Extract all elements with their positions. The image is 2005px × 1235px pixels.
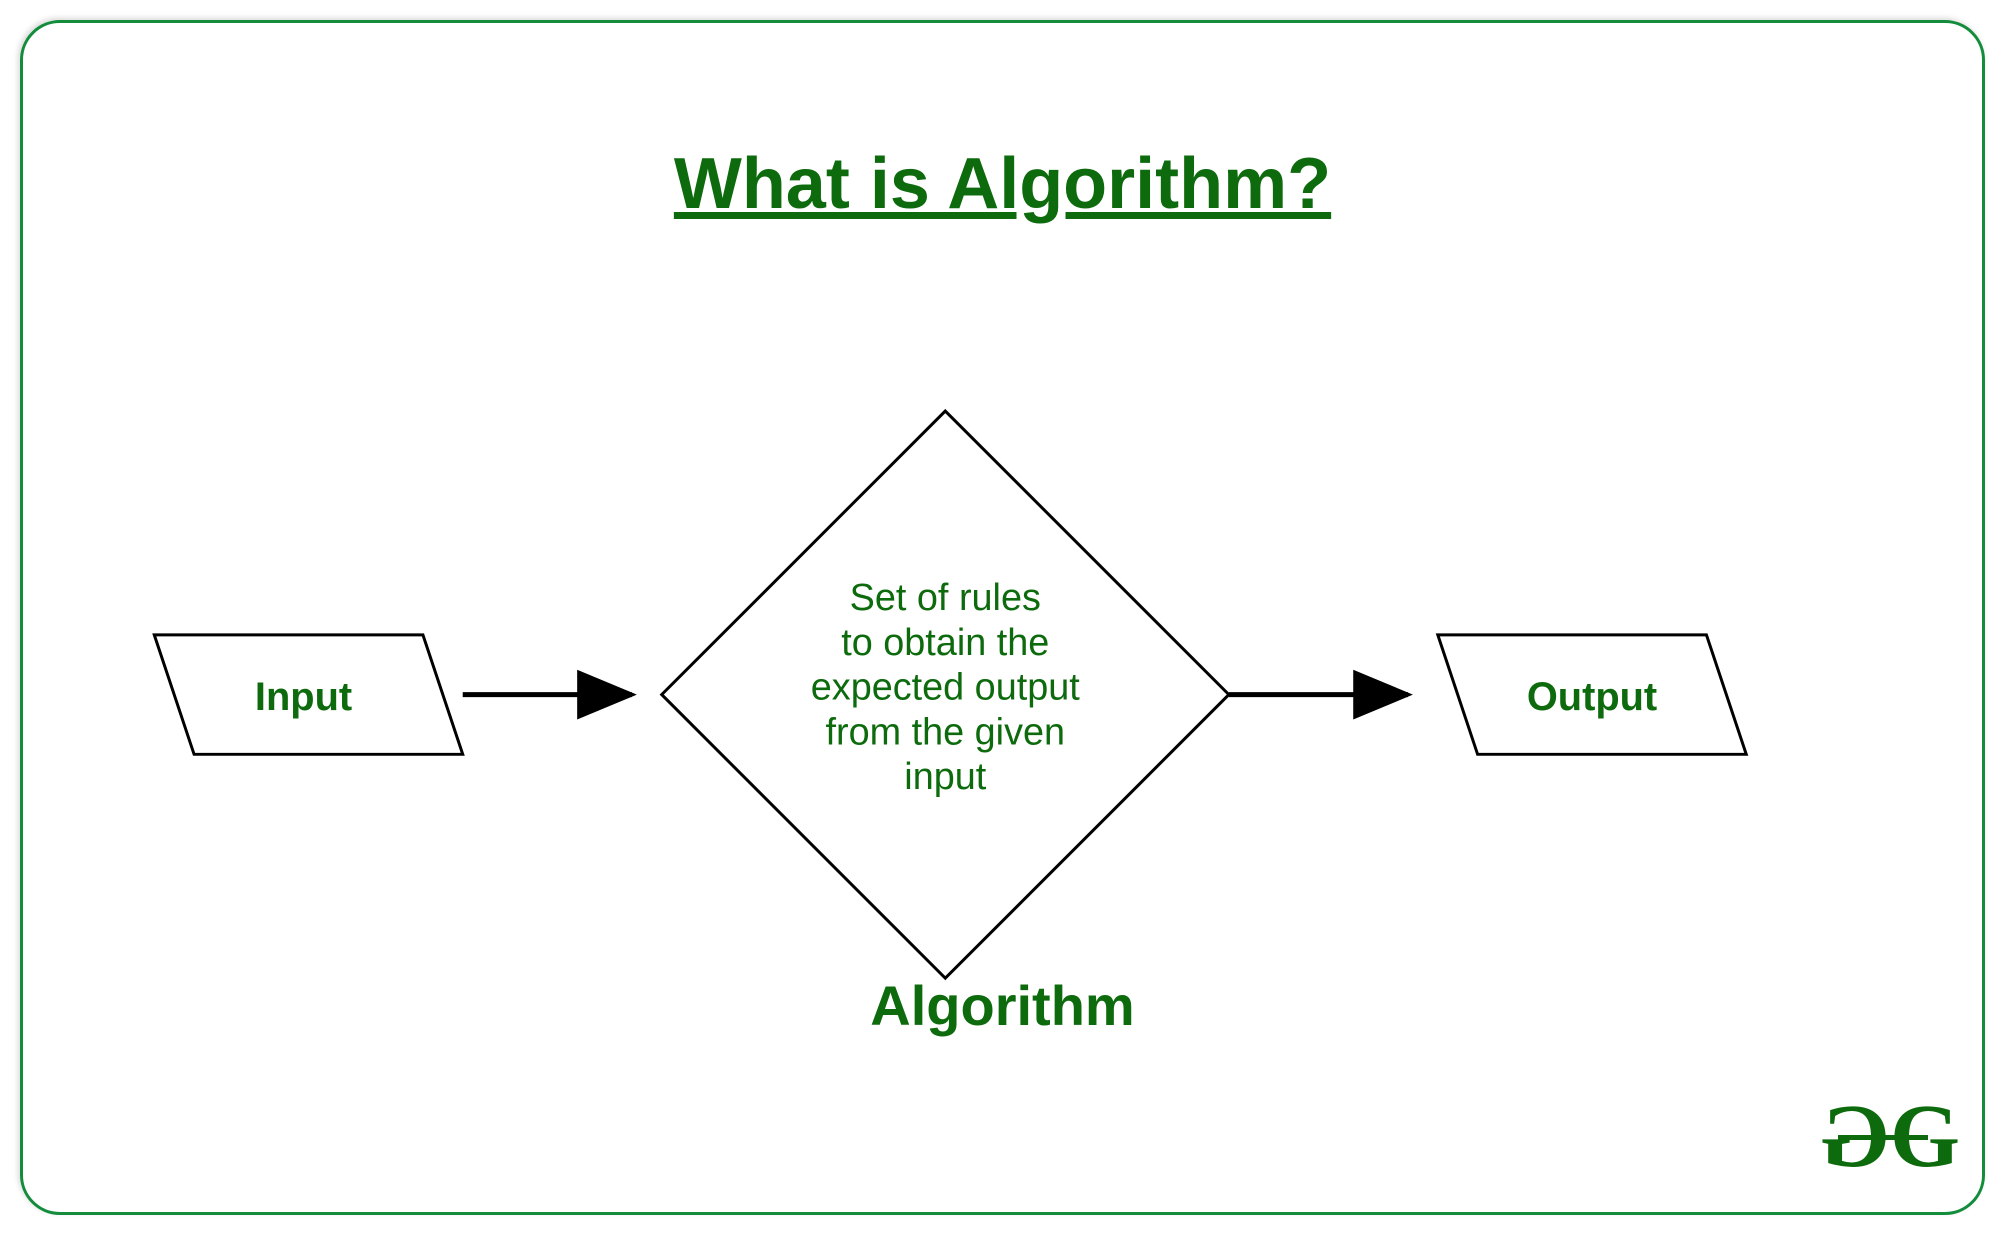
algorithm-rules-line-4: from the given: [826, 711, 1066, 753]
input-node: Input: [154, 635, 462, 754]
algorithm-rules-line-1: Set of rules: [850, 577, 1041, 619]
gfg-logo: GG: [1838, 1092, 1942, 1182]
output-node: Output: [1438, 635, 1746, 754]
algorithm-rules-line-2: to obtain the: [841, 622, 1049, 664]
algorithm-rules-line-5: input: [904, 756, 986, 798]
algorithm-rules-line-3: expected output: [811, 667, 1080, 709]
output-node-label: Output: [1527, 675, 1657, 719]
input-node-label: Input: [255, 675, 352, 719]
algorithm-node: Set of rules to obtain the expected outp…: [662, 411, 1229, 978]
diagram-frame: What is Algorithm? Input Set of rules to…: [20, 20, 1985, 1215]
gfg-logo-strike: [1838, 1135, 1928, 1140]
algorithm-caption: Algorithm: [23, 973, 1982, 1038]
